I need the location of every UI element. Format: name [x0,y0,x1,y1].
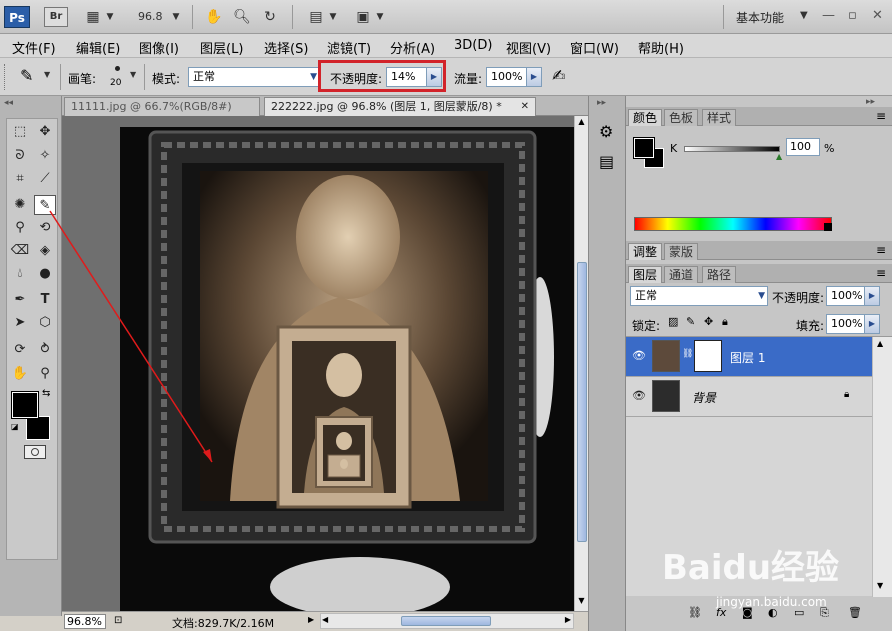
layer-name: 背景 [692,391,717,405]
visibility-eye-icon[interactable]: 👁︎ [632,349,646,362]
lock-icon: 🔒︎ [844,389,850,400]
color-panel-tabs: 颜色 色板 样式 ≡ [626,107,892,126]
unit-label: % [824,142,835,155]
fill-slider-button[interactable]: ▶ [864,314,880,334]
document-info: 文档:829.7K/2.16M [172,617,275,630]
status-zoom[interactable]: 96.8% [64,614,106,629]
panel-menu-icon[interactable]: ≡ [876,109,886,123]
lock-position-icon[interactable]: ✥ [704,315,713,328]
layer-opacity-label: 不透明度: [772,291,825,305]
layers-panel-tabs: 图层 通道 路径 ≡ [626,264,892,283]
channel-label: K [670,142,678,155]
status-bar: 96.8% ⊡ 文档:829.7K/2.16M ▶ ◀ ▶ [62,611,588,631]
layer-thumbnail [652,340,680,372]
layer-thumbnail [652,380,680,412]
link-icon[interactable]: ⛓ [682,349,693,359]
lock-pixels-icon[interactable]: ✎ [686,315,695,328]
layer-opacity-input[interactable]: 100% [826,286,866,306]
foreground-color-swatch[interactable] [633,137,655,159]
panel-menu-icon[interactable]: ≡ [876,266,886,280]
watermark-url: jingyan.baidu.com [716,595,827,609]
color-spectrum-bar[interactable] [634,217,832,231]
link-layers-icon[interactable]: ⛓ [688,606,702,619]
history-panel-icon[interactable]: ⚙ [599,122,613,141]
actions-panel-icon[interactable]: ▤ [599,152,614,171]
trash-icon[interactable]: 🗑︎ [848,606,862,619]
layer-opacity-slider-button[interactable]: ▶ [864,286,880,306]
status-menu-icon[interactable]: ▶ [308,615,314,624]
lock-label: 锁定: [632,319,661,333]
black-swatch[interactable] [824,223,832,231]
chevron-down-icon: ▼ [758,291,765,301]
collapse-icon[interactable]: ▸▸ [866,97,875,107]
tab-adjustments[interactable]: 调整 [628,243,663,260]
lock-all-icon[interactable]: 🔒︎ [722,315,728,329]
visibility-eye-icon[interactable]: 👁︎ [632,389,646,402]
panel-menu-icon[interactable]: ≡ [876,243,886,257]
tab-layers[interactable]: 图层 [628,266,663,283]
watermark-brand: Baidu经验 [662,548,840,588]
scroll-thumb[interactable] [577,262,587,542]
blend-mode-select[interactable]: 正常 ▼ [630,286,768,306]
layer-row[interactable]: 👁︎ ⛓ 图层 1 [626,337,872,377]
adjust-panel-tabs: 调整 蒙版 ≡ [626,241,892,260]
tab-channels[interactable]: 通道 [664,266,699,283]
k-value-input[interactable]: 100 [786,138,820,156]
blend-mode-value: 正常 [635,289,657,302]
fill-input[interactable]: 100% [826,314,866,334]
layer-mask-thumbnail[interactable] [694,340,722,372]
tab-paths[interactable]: 路径 [702,266,737,283]
watermark-logo: Baidu经验 [662,540,839,589]
layers-scrollbar[interactable]: ▲ ▼ [872,337,892,597]
k-slider[interactable] [684,146,780,152]
scroll-right-icon[interactable]: ▶ [565,615,571,624]
scroll-down-icon[interactable]: ▼ [576,596,587,608]
fill-label: 填充: [796,319,825,333]
scroll-up-icon[interactable]: ▲ [576,117,587,129]
expand-icon[interactable]: ▸▸ [597,98,606,108]
horizontal-scrollbar[interactable]: ◀ ▶ [320,613,574,629]
tab-styles[interactable]: 样式 [702,109,737,126]
lock-transparent-icon[interactable]: ▨ [668,315,678,328]
scroll-left-icon[interactable]: ◀ [322,615,328,624]
panel-dock-column: ▸▸ ⚙ ▤ [588,96,626,631]
status-icon[interactable]: ⊡ [114,615,122,626]
scroll-thumb[interactable] [401,616,491,626]
slider-handle-icon[interactable]: ▲ [776,152,782,161]
tab-masks[interactable]: 蒙版 [664,243,699,260]
layer-row[interactable]: 👁︎ 背景 🔒︎ [626,377,872,417]
scroll-up-icon[interactable]: ▲ [877,339,883,348]
tab-swatches[interactable]: 色板 [664,109,699,126]
tab-color[interactable]: 颜色 [628,109,663,126]
scroll-down-icon[interactable]: ▼ [877,581,883,590]
vertical-scrollbar[interactable]: ▲ ▼ [574,116,588,611]
layer-name: 图层 1 [730,351,766,365]
